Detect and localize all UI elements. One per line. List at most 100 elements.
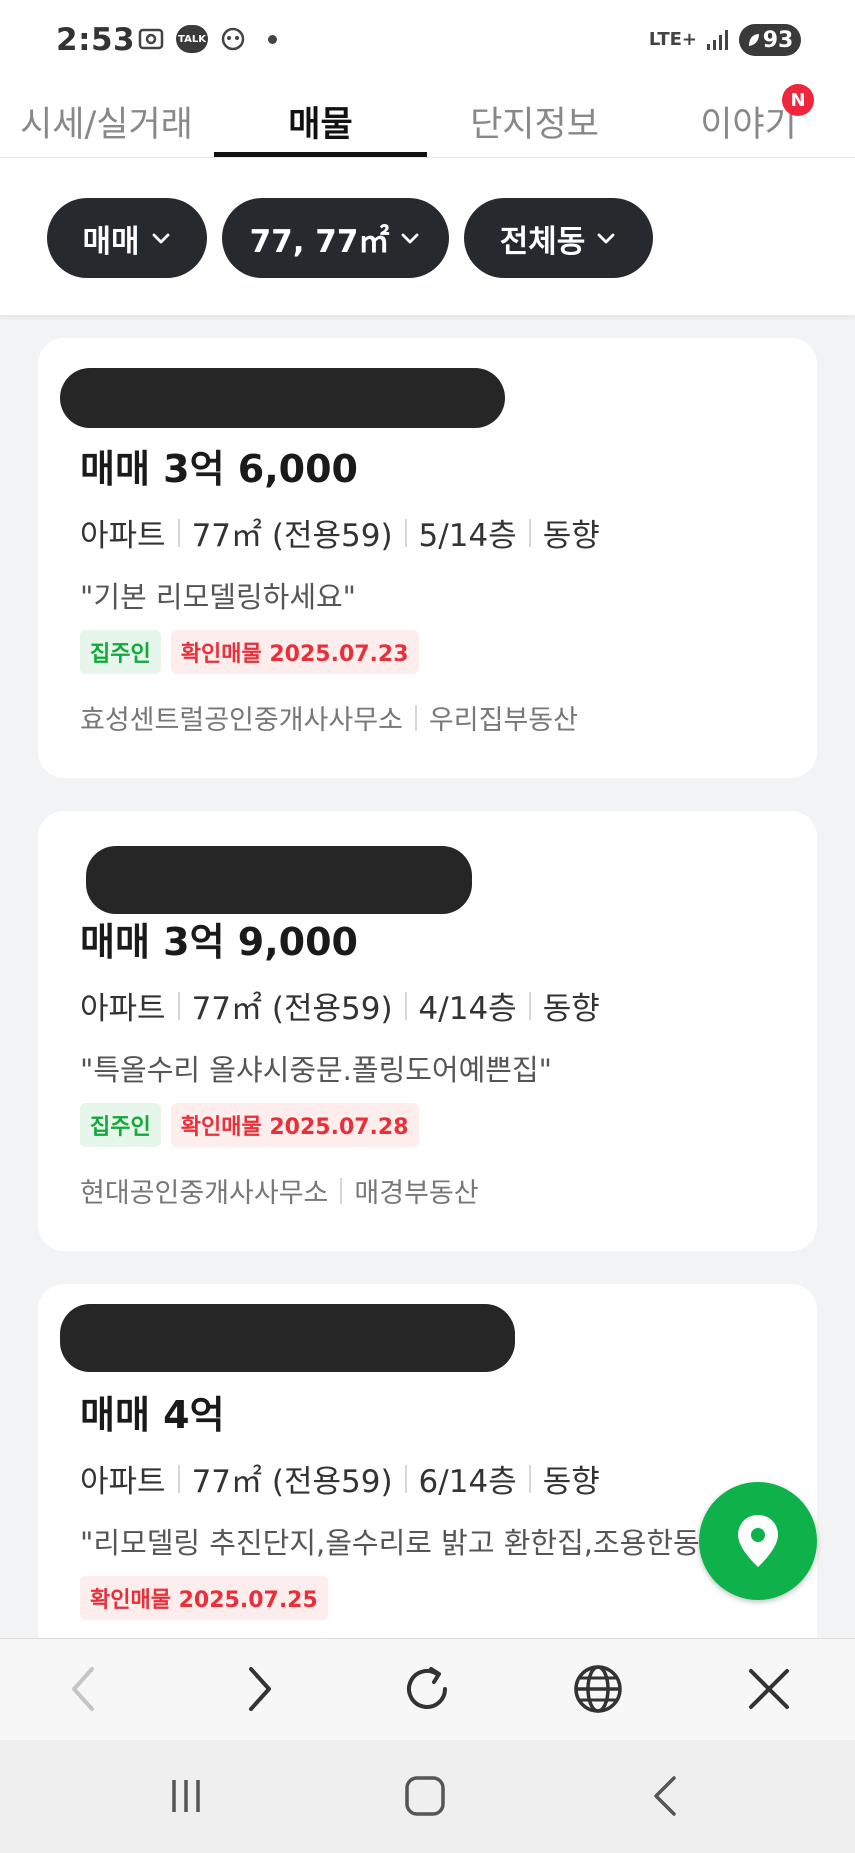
listing-description: "기본 리모델링하세요" (80, 580, 357, 614)
divider (177, 991, 180, 1020)
property-area: 77㎡ (전용59) (191, 991, 393, 1027)
property-type: 아파트 (80, 1464, 166, 1500)
filter-bar: 매매 77, 77㎡ 전체동 (0, 158, 855, 315)
property-area: 77㎡ (전용59) (191, 1464, 393, 1500)
property-area: 77㎡ (전용59) (191, 518, 393, 554)
property-floor: 4/14층 (418, 991, 517, 1027)
tab-complex-info[interactable]: 단지정보 (428, 88, 641, 154)
battery-level: 93 (762, 27, 794, 53)
close-icon (749, 1669, 789, 1709)
listing-specs: 아파트 77㎡ (전용59) 6/14층 동향 (80, 1456, 600, 1501)
active-tab-indicator (214, 152, 427, 157)
divider (177, 518, 180, 547)
owner-tag: 집주인 (80, 630, 161, 674)
signal-icon (707, 30, 728, 50)
redacted-title (60, 1304, 515, 1372)
tab-label: 매물 (288, 104, 353, 145)
chevron-down-icon (152, 233, 169, 244)
divider (528, 991, 531, 1020)
forward-arrow-icon (249, 1667, 271, 1711)
property-floor: 5/14층 (418, 518, 517, 554)
screenshot-icon (138, 28, 164, 50)
tab-label: 시세/실거래 (20, 104, 193, 145)
listing-tags: 집주인 확인매물 2025.07.23 (80, 630, 419, 674)
browser-refresh-button[interactable] (397, 1659, 457, 1719)
verified-tag: 확인매물 2025.07.25 (80, 1576, 328, 1620)
divider (414, 704, 417, 731)
filter-building[interactable]: 전체동 (464, 198, 653, 278)
listing-price: 매매 3억 9,000 (80, 920, 358, 964)
browser-forward-button[interactable] (230, 1659, 290, 1719)
filter-trade-type[interactable]: 매매 (47, 198, 207, 278)
back-icon (654, 1776, 676, 1816)
notification-icons: TALK (136, 24, 277, 54)
filter-label: 전체동 (499, 223, 586, 260)
globe-icon (574, 1665, 622, 1713)
agent-name: 효성센트럴공인중개사사무소 (80, 705, 403, 736)
divider (404, 518, 407, 547)
divider (404, 1464, 407, 1493)
property-direction: 동향 (542, 1464, 600, 1500)
property-direction: 동향 (542, 518, 600, 554)
redacted-title (60, 368, 505, 428)
chevron-down-icon (402, 233, 419, 244)
tab-stories[interactable]: 이야기 (642, 88, 855, 154)
redacted-title (86, 846, 472, 914)
agent-name: 우리집부동산 (428, 705, 578, 736)
listing-description: "특올수리 올샤시중문.폴링도어예쁜집" (80, 1053, 552, 1087)
filter-label: 매매 (82, 223, 140, 260)
network-label: LTE+ (648, 29, 697, 50)
verified-tag: 확인매물 2025.07.23 (170, 630, 419, 674)
tab-bar: 시세/실거래 매물 단지정보 이야기 N (0, 78, 855, 158)
robot-icon (221, 27, 245, 51)
map-pin-icon (738, 1515, 778, 1567)
browser-back-button[interactable] (53, 1659, 113, 1719)
filter-label: 77, 77㎡ (249, 223, 390, 260)
status-bar: 2:53 TALK LTE+ 93 (0, 0, 855, 78)
home-button[interactable] (395, 1766, 455, 1826)
back-arrow-icon (72, 1667, 94, 1711)
listing-description: "리모델링 추진단지,올수리로 밝고 환한집,조용한동 (80, 1526, 700, 1560)
listing-specs: 아파트 77㎡ (전용59) 4/14층 동향 (80, 983, 600, 1028)
map-view-button[interactable] (699, 1482, 817, 1600)
divider (528, 518, 531, 547)
tab-listings[interactable]: 매물 (214, 88, 427, 154)
system-back-button[interactable] (635, 1766, 695, 1826)
leaf-icon (748, 34, 759, 46)
listing-price: 매매 4억 (80, 1393, 225, 1437)
divider (177, 1464, 180, 1493)
system-indicators: LTE+ 93 (649, 24, 801, 56)
chevron-down-icon (597, 233, 615, 244)
listing-price: 매매 3억 6,000 (80, 447, 358, 491)
agent-name: 매경부동산 (354, 1178, 479, 1209)
owner-tag: 집주인 (80, 1103, 161, 1147)
agent-name: 현대공인중개사사무소 (80, 1178, 329, 1209)
verified-tag: 확인매물 2025.07.28 (170, 1103, 419, 1147)
filter-area[interactable]: 77, 77㎡ (222, 198, 449, 278)
refresh-icon (407, 1667, 447, 1709)
property-type: 아파트 (80, 991, 166, 1027)
tab-price-history[interactable]: 시세/실거래 (0, 88, 213, 154)
new-badge: N (782, 84, 814, 116)
listing-agents: 효성센트럴공인중개사사무소 우리집부동산 (80, 698, 578, 737)
listing-tags: 집주인 확인매물 2025.07.28 (80, 1103, 419, 1147)
listing-card[interactable]: 매매 3억 6,000 아파트 77㎡ (전용59) 5/14층 동향 "기본 … (38, 338, 817, 778)
listing-card[interactable]: 매매 3억 9,000 아파트 77㎡ (전용59) 4/14층 동향 "특올수… (38, 811, 817, 1251)
recents-icon (172, 1780, 200, 1812)
divider (528, 1464, 531, 1493)
tab-label: 단지정보 (470, 104, 599, 145)
browser-close-button[interactable] (739, 1659, 799, 1719)
home-icon (405, 1776, 445, 1816)
browser-language-button[interactable] (568, 1659, 628, 1719)
property-direction: 동향 (542, 991, 600, 1027)
status-time: 2:53 (56, 22, 136, 58)
property-type: 아파트 (80, 518, 166, 554)
battery-indicator: 93 (739, 24, 801, 56)
listing-card[interactable]: 매매 4억 아파트 77㎡ (전용59) 6/14층 동향 "리모델링 추진단지… (38, 1284, 817, 1638)
divider (404, 991, 407, 1020)
system-navigation-bar (0, 1740, 855, 1853)
listing-specs: 아파트 77㎡ (전용59) 5/14층 동향 (80, 510, 600, 555)
listing-agents: 현대공인중개사사무소 매경부동산 (80, 1171, 479, 1210)
property-floor: 6/14층 (418, 1464, 517, 1500)
recents-button[interactable] (156, 1766, 216, 1826)
